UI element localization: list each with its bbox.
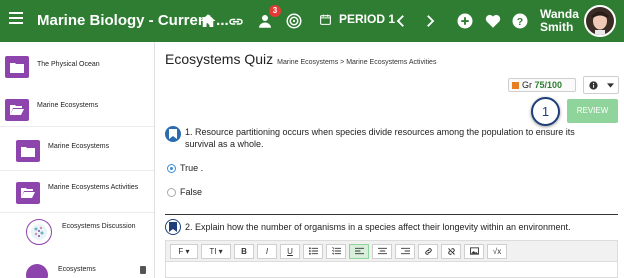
bookmark-icon[interactable] [165, 126, 181, 142]
image-icon[interactable] [464, 243, 484, 259]
caret-down-icon [606, 82, 614, 88]
sidebar: The Physical Ocean Marine Ecosystems Mar… [0, 42, 155, 278]
sidebar-item-physical-ocean[interactable]: The Physical Ocean [5, 56, 100, 78]
question-1: 1. Resource partitioning occurs when spe… [165, 126, 605, 150]
bold-button[interactable]: B [234, 243, 254, 259]
bulleted-list-icon[interactable] [303, 243, 323, 259]
avatar[interactable] [584, 5, 616, 37]
calendar-icon [320, 14, 331, 25]
page-title: Ecosystems Quiz Marine Ecosystems > Marin… [165, 51, 437, 67]
heart-icon[interactable] [484, 12, 502, 30]
editor-toolbar: F ▾ TI ▾ B I U √x [165, 240, 618, 262]
breadcrumb: Marine Ecosystems > Marine Ecosystems Ac… [277, 59, 437, 66]
sidebar-item-marine-ecosystems-sub[interactable]: Marine Ecosystems [16, 140, 109, 162]
document-icon [140, 266, 146, 274]
option-false[interactable]: False [167, 187, 202, 197]
underline-button[interactable]: U [280, 243, 300, 259]
grade-badge: Gr 75/100 [508, 78, 576, 92]
link-icon[interactable] [418, 243, 438, 259]
avatar-photo [586, 7, 614, 35]
discussion-icon [26, 219, 52, 245]
sidebar-item-ecosystem-activities[interactable]: Marine Ecosystems Activities [16, 182, 138, 204]
answer-editor[interactable] [165, 262, 618, 278]
font-family-button[interactable]: F ▾ [170, 243, 198, 259]
target-icon[interactable] [285, 12, 303, 30]
folder-icon [16, 140, 40, 162]
radio-false[interactable] [167, 187, 176, 197]
chevron-left-icon[interactable] [392, 12, 410, 30]
period-label: PERIOD 1 [339, 12, 396, 26]
period-selector[interactable]: PERIOD 1 [319, 12, 395, 26]
align-center-icon[interactable] [372, 243, 392, 259]
align-left-icon[interactable] [349, 243, 369, 259]
top-app-bar: Marine Biology - Current ... 3 PERIOD 1 … [0, 0, 624, 42]
user-name[interactable]: Wanda Smith [540, 8, 579, 34]
review-button[interactable]: REVIEW [567, 99, 618, 123]
formula-icon[interactable]: √x [487, 243, 507, 259]
svg-text:?: ? [517, 16, 523, 28]
info-icon [588, 80, 598, 90]
radio-true[interactable] [167, 163, 176, 173]
unlink-icon[interactable] [441, 243, 461, 259]
home-icon[interactable] [199, 12, 217, 30]
sidebar-item-marine-ecosystems[interactable]: Marine Ecosystems [5, 99, 98, 121]
main-content: Ecosystems Quiz Marine Ecosystems > Marin… [155, 42, 624, 278]
italic-button[interactable]: I [257, 243, 277, 259]
option-true[interactable]: True . [167, 163, 203, 173]
font-size-button[interactable]: TI ▾ [201, 243, 231, 259]
quiz-icon [26, 264, 48, 278]
folder-open-icon [5, 99, 29, 121]
align-right-icon[interactable] [395, 243, 415, 259]
help-icon[interactable]: ? [511, 12, 529, 30]
sidebar-item-ecosystems[interactable]: Ecosystems [26, 264, 96, 278]
question-2: 2. Explain how the number of organisms i… [165, 219, 618, 235]
link-icon[interactable] [227, 12, 245, 30]
chevron-right-icon[interactable] [421, 12, 439, 30]
add-circle-icon[interactable] [456, 12, 474, 30]
info-dropdown-button[interactable] [583, 76, 619, 94]
question-1-text: 1. Resource partitioning occurs when spe… [185, 127, 575, 149]
notification-badge: 3 [269, 5, 281, 17]
question-divider [165, 214, 618, 215]
folder-icon [5, 56, 29, 78]
bookmark-icon[interactable] [165, 219, 181, 235]
folder-open-icon [16, 182, 40, 204]
question-2-text: 2. Explain how the number of organisms i… [185, 222, 571, 232]
menu-icon[interactable] [9, 12, 23, 28]
step-indicator: 1 [531, 97, 560, 126]
grade-color-swatch [512, 81, 519, 89]
sidebar-item-ecosystems-discussion[interactable]: Ecosystems Discussion [26, 219, 136, 245]
numbered-list-icon[interactable] [326, 243, 346, 259]
